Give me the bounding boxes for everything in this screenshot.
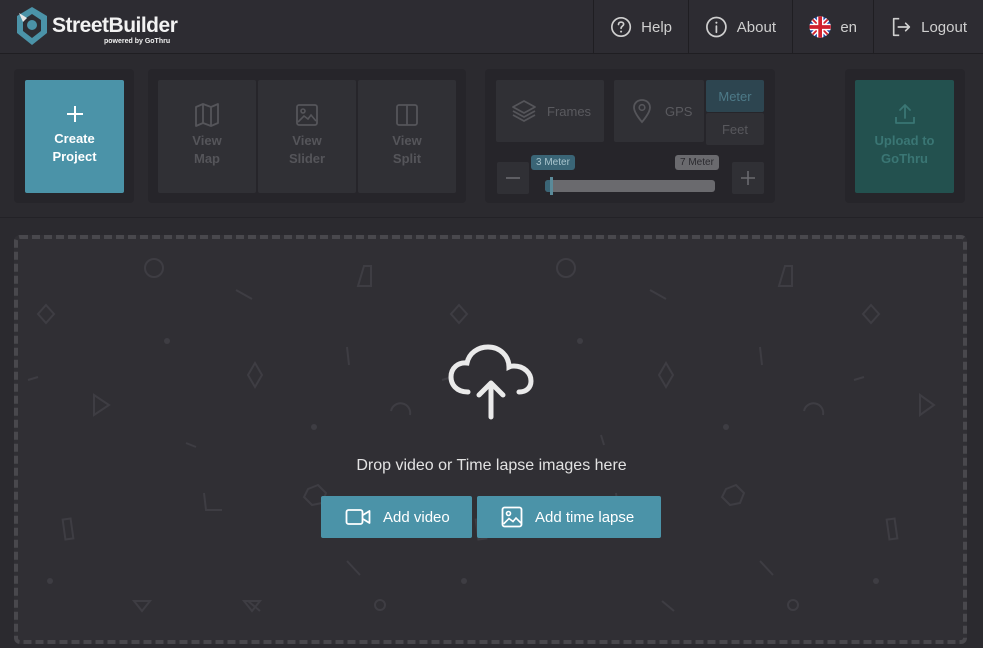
upload-line2: GoThru bbox=[881, 151, 928, 166]
help-nav-item[interactable]: Help bbox=[593, 0, 688, 54]
add-video-button[interactable]: Add video bbox=[321, 496, 472, 538]
distance-slider-handle[interactable] bbox=[550, 177, 553, 195]
uk-flag-icon bbox=[809, 16, 831, 38]
view-slider-line1: View bbox=[292, 133, 322, 148]
upload-to-gothru-button[interactable]: Upload to GoThru bbox=[855, 80, 954, 193]
image-icon bbox=[296, 104, 318, 126]
gps-button[interactable]: GPS bbox=[614, 80, 704, 142]
unit-meter-toggle[interactable]: Meter bbox=[706, 80, 764, 112]
layers-icon bbox=[512, 100, 536, 122]
add-video-label: Add video bbox=[383, 508, 450, 526]
about-label: About bbox=[736, 18, 776, 36]
distance-slider-track[interactable] bbox=[545, 180, 715, 192]
view-split-button[interactable]: View Split bbox=[358, 80, 456, 193]
map-pin-icon bbox=[633, 99, 651, 124]
streetbuilder-logo-icon bbox=[17, 7, 47, 45]
language-label: en bbox=[840, 18, 857, 36]
view-map-button[interactable]: View Map bbox=[158, 80, 256, 193]
logout-icon bbox=[892, 17, 911, 37]
view-map-line1: View bbox=[192, 133, 222, 148]
question-circle-icon bbox=[611, 16, 632, 38]
view-slider-line2: Slider bbox=[288, 151, 326, 166]
plus-icon bbox=[741, 171, 755, 185]
video-camera-icon bbox=[345, 509, 371, 525]
upload-line1: Upload to bbox=[874, 133, 935, 148]
slider-min-label: 3 Meter bbox=[531, 155, 575, 170]
create-project-button[interactable]: Create Project bbox=[25, 80, 124, 193]
logout-nav-item[interactable]: Logout bbox=[873, 0, 983, 54]
view-map-line2: Map bbox=[194, 151, 220, 166]
add-time-lapse-label: Add time lapse bbox=[535, 508, 635, 526]
add-time-lapse-button[interactable]: Add time lapse bbox=[477, 496, 661, 538]
language-selector[interactable]: en bbox=[792, 0, 873, 54]
frames-label: Frames bbox=[547, 103, 592, 119]
split-view-icon bbox=[396, 104, 418, 126]
about-nav-item[interactable]: About bbox=[688, 0, 792, 54]
view-split-line1: View bbox=[392, 133, 422, 148]
brand-logo[interactable]: StreetBuilder powered by GoThru bbox=[14, 5, 184, 49]
decorative-shape-pattern bbox=[27, 258, 936, 613]
slider-max-label: 7 Meter bbox=[675, 155, 719, 170]
drop-prompt-text: Drop video or Time lapse images here bbox=[356, 457, 627, 474]
frames-button[interactable]: Frames bbox=[496, 80, 604, 142]
increase-distance-button[interactable] bbox=[732, 162, 764, 194]
top-navbar: StreetBuilder powered by GoThru Help Abo… bbox=[0, 0, 983, 54]
gps-label: GPS bbox=[665, 103, 693, 119]
decrease-distance-button[interactable] bbox=[497, 162, 529, 194]
cloud-upload-icon bbox=[448, 344, 534, 420]
view-split-line2: Split bbox=[392, 151, 422, 166]
logout-label: Logout bbox=[921, 18, 967, 36]
plus-icon bbox=[66, 106, 83, 122]
top-nav-menu: Help About en Logout bbox=[593, 0, 983, 54]
help-label: Help bbox=[641, 18, 672, 36]
unit-feet-toggle[interactable]: Feet bbox=[706, 113, 764, 145]
upload-icon bbox=[894, 104, 915, 124]
create-project-line1: Create bbox=[54, 131, 95, 146]
brand-tagline: powered by GoThru bbox=[104, 38, 171, 45]
create-project-line2: Project bbox=[52, 149, 97, 164]
brand-name: StreetBuilder bbox=[52, 14, 178, 37]
view-slider-button[interactable]: View Slider bbox=[258, 80, 356, 193]
map-icon bbox=[195, 103, 219, 127]
info-circle-icon bbox=[706, 16, 727, 38]
image-icon bbox=[501, 506, 523, 528]
minus-icon bbox=[506, 177, 520, 179]
